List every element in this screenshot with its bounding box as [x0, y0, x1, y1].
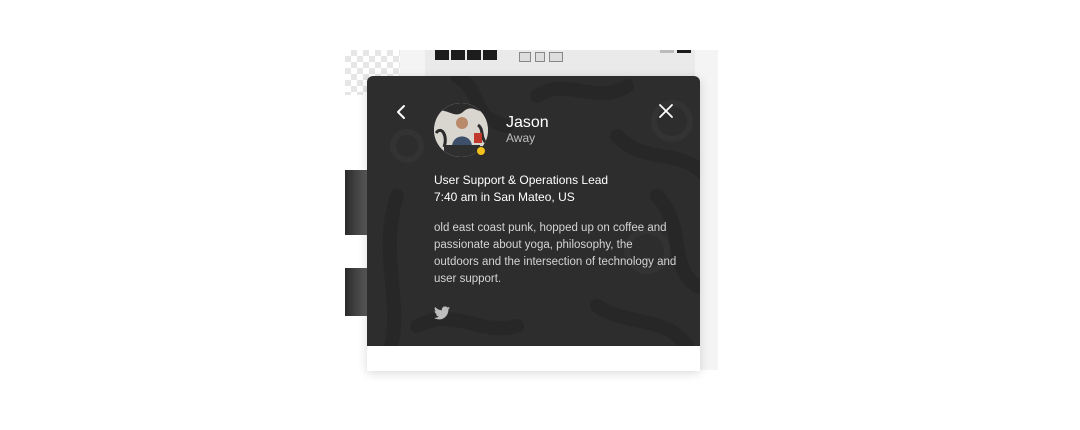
presence-status: Away	[506, 131, 536, 145]
background-thumbnail	[451, 50, 465, 60]
background-image-icon	[549, 52, 563, 62]
background-thumbnail	[467, 50, 481, 60]
background-thumbnail	[435, 50, 449, 60]
twitter-icon	[434, 306, 450, 320]
close-icon	[659, 104, 673, 118]
local-time: 7:40 am in San Mateo, US	[434, 190, 575, 204]
background-dark-panel	[345, 170, 367, 235]
profile-card-header: Jason Away User Support & Operations Lea…	[367, 76, 700, 346]
close-button[interactable]	[655, 100, 677, 122]
background-page-icon	[535, 52, 545, 62]
job-title: User Support & Operations Lead	[434, 173, 609, 187]
chevron-left-icon	[397, 105, 405, 119]
background-thumbnail	[483, 50, 497, 60]
profile-card-footer	[367, 346, 700, 371]
twitter-link[interactable]	[434, 306, 450, 320]
away-status-dot	[476, 146, 486, 156]
background-orange-snippet	[345, 240, 369, 264]
back-button[interactable]	[391, 101, 413, 123]
profile-bio: old east coast punk, hopped up on coffee…	[434, 222, 677, 285]
background-bar	[677, 50, 691, 53]
profile-card: Jason Away User Support & Operations Lea…	[367, 76, 700, 371]
background-list-icon	[519, 52, 531, 62]
background-toolbar	[425, 50, 695, 76]
background-dark-panel	[345, 268, 367, 316]
profile-name: Jason	[506, 114, 549, 131]
background-bar	[660, 50, 674, 53]
avatar[interactable]	[434, 103, 488, 157]
